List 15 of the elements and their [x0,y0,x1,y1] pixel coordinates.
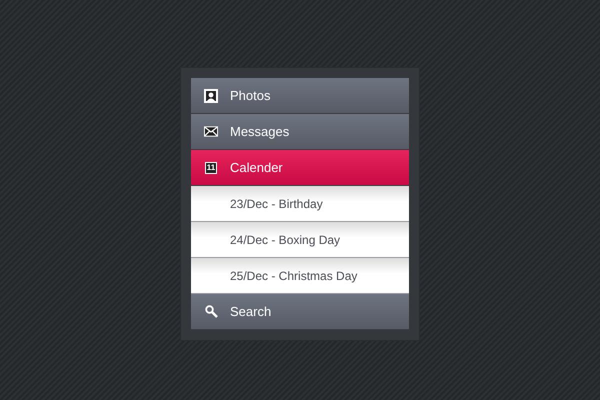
menu-label: Messages [230,124,290,139]
menu-item[interactable]: Photos [191,78,409,114]
search-icon [204,305,218,318]
submenu-item[interactable]: 25/Dec - Christmas Day [191,258,409,294]
menu-item[interactable]: Search [191,294,409,330]
menu-label: Photos [230,88,270,103]
menu-label: Calender [230,160,283,175]
menu-label: Search [230,304,272,319]
menu-item[interactable]: 11 Calender [191,150,409,186]
menu-item[interactable]: Messages [191,114,409,150]
calendar-icon: 11 [205,162,217,174]
submenu-item[interactable]: 23/Dec - Birthday [191,186,409,222]
submenu-item[interactable]: 24/Dec - Boxing Day [191,222,409,258]
envelope-icon [204,126,218,137]
portrait-icon [204,88,218,102]
